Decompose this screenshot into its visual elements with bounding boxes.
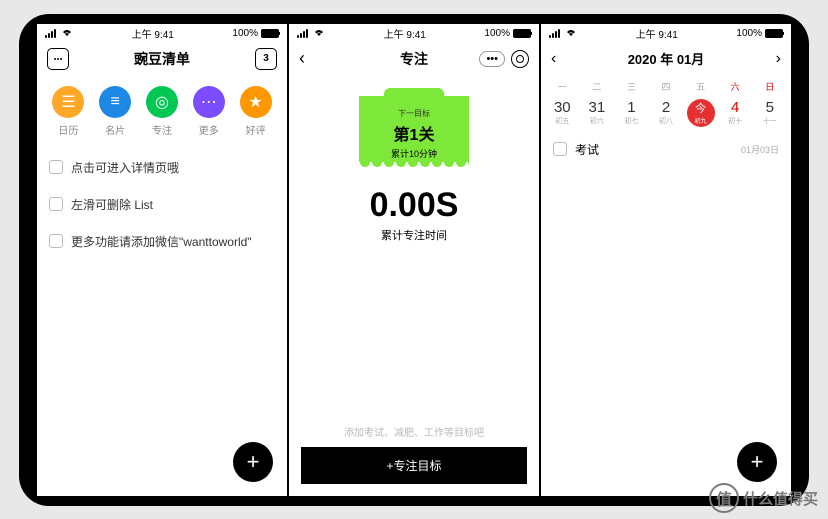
status-time: 上午 9:41 — [132, 26, 174, 41]
timer: 0.00S 累计专注时间 — [289, 186, 539, 243]
back-icon[interactable]: ‹ — [299, 48, 305, 69]
battery-icon — [513, 29, 531, 38]
status-bar: 上午 9:41 100% — [541, 24, 791, 44]
date-cell[interactable]: 今初九 — [683, 97, 718, 129]
weekday-cell: 四 — [649, 80, 684, 93]
hint-text: 添加考试、减肥、工作等目标吧 — [301, 424, 527, 439]
watermark-icon: 值 — [709, 483, 739, 513]
quick-action-专注[interactable]: ◎ 专注 — [146, 86, 178, 137]
more-icon[interactable]: ••• — [479, 51, 505, 67]
tablet-frame: 上午 9:41 100% 豌豆清单 3 ☰ 日历 ≡ 名片 ◎ 专注 ⋯ 更多 ★ 好评 点击可进… — [19, 14, 809, 506]
event-name: 考试 — [575, 141, 599, 158]
action-icon: ≡ — [99, 86, 131, 118]
watermark: 值 什么值得买 — [709, 483, 818, 513]
next-goal-label: 下一目标 — [359, 108, 469, 119]
list-item-text: 左滑可删除 List — [71, 196, 153, 213]
focus-level: 第1关 — [359, 121, 469, 145]
status-time: 上午 9:41 — [384, 26, 426, 41]
battery-pct: 100% — [232, 28, 258, 39]
panel-checklist: 上午 9:41 100% 豌豆清单 3 ☰ 日历 ≡ 名片 ◎ 专注 ⋯ 更多 ★ 好评 点击可进… — [37, 24, 287, 496]
action-icon: ⋯ — [193, 86, 225, 118]
page-title: 豌豆清单 — [134, 49, 190, 69]
nav-bar: 豌豆清单 3 — [37, 44, 287, 74]
weekday-cell: 六 — [718, 80, 753, 93]
panel-focus: 上午 9:41 100% ‹ 专注 ••• 下一目标 第1关 累计10分钟 0.… — [289, 24, 539, 496]
quick-actions: ☰ 日历 ≡ 名片 ◎ 专注 ⋯ 更多 ★ 好评 — [37, 74, 287, 145]
action-label: 名片 — [105, 122, 125, 137]
date-cell[interactable]: 2初八 — [649, 97, 684, 129]
status-bar: 上午 9:41 100% — [289, 24, 539, 44]
list-item-text: 点击可进入详情页哦 — [71, 159, 179, 176]
weekday-cell: 一 — [545, 80, 580, 93]
checkbox-icon[interactable] — [49, 234, 63, 248]
battery-icon — [765, 29, 783, 38]
checkbox-icon[interactable] — [49, 160, 63, 174]
weekday-row: 一二三四五六日 — [541, 74, 791, 95]
nav-bar: ‹ 专注 ••• — [289, 44, 539, 74]
task-list: 点击可进入详情页哦左滑可删除 List 更多功能请添加微信"wanttoworld… — [37, 145, 287, 264]
page-title: 专注 — [400, 49, 428, 69]
action-icon: ◎ — [146, 86, 178, 118]
focus-card: 下一目标 第1关 累计10分钟 — [359, 96, 469, 168]
date-cell[interactable]: 5十一 — [752, 97, 787, 129]
weekday-cell: 三 — [614, 80, 649, 93]
wifi-icon — [313, 28, 325, 40]
month-title: 2020 年 01月 — [628, 49, 705, 68]
quick-action-更多[interactable]: ⋯ 更多 — [193, 86, 225, 137]
date-cell[interactable]: 30初五 — [545, 97, 580, 129]
action-label: 好评 — [246, 122, 266, 137]
action-icon: ★ — [240, 86, 272, 118]
weekday-cell: 五 — [683, 80, 718, 93]
target-icon[interactable] — [511, 50, 529, 68]
date-cell[interactable]: 4初十 — [718, 97, 753, 129]
action-label: 日历 — [58, 122, 78, 137]
calendar-icon[interactable]: 3 — [255, 48, 277, 70]
panel-calendar: 上午 9:41 100% ‹ 2020 年 01月 › 一二三四五六日 30初五… — [541, 24, 791, 496]
weekday-cell: 日 — [752, 80, 787, 93]
watermark-text: 什么值得买 — [743, 488, 818, 509]
signal-icon — [549, 29, 560, 38]
battery-icon — [261, 29, 279, 38]
signal-icon — [297, 29, 308, 38]
status-bar: 上午 9:41 100% — [37, 24, 287, 44]
wifi-icon — [565, 28, 577, 40]
date-cell[interactable]: 1初七 — [614, 97, 649, 129]
quick-action-名片[interactable]: ≡ 名片 — [99, 86, 131, 137]
checkbox-icon[interactable] — [49, 197, 63, 211]
date-cell[interactable]: 31初六 — [580, 97, 615, 129]
checkbox-icon[interactable] — [553, 142, 567, 156]
add-button[interactable]: + — [737, 442, 777, 482]
wifi-icon — [61, 28, 73, 40]
weekday-cell: 二 — [580, 80, 615, 93]
timer-value: 0.00S — [289, 186, 539, 225]
date-row: 30初五31初六1初七2初八今初九4初十5十一 — [541, 95, 791, 131]
event-item[interactable]: 考试 01月03日 — [541, 131, 791, 168]
event-date: 01月03日 — [741, 143, 779, 156]
add-button[interactable]: + — [233, 442, 273, 482]
action-label: 更多 — [199, 122, 219, 137]
battery-pct: 100% — [736, 28, 762, 39]
list-item[interactable]: 更多功能请添加微信"wanttoworld" — [49, 223, 275, 260]
quick-action-日历[interactable]: ☰ 日历 — [52, 86, 84, 137]
action-icon: ☰ — [52, 86, 84, 118]
action-label: 专注 — [152, 122, 172, 137]
battery-pct: 100% — [484, 28, 510, 39]
focus-cumulative: 累计10分钟 — [359, 147, 469, 160]
list-item[interactable]: 点击可进入详情页哦 — [49, 149, 275, 186]
next-month-icon[interactable]: › — [776, 50, 781, 68]
status-time: 上午 9:41 — [636, 26, 678, 41]
timer-label: 累计专注时间 — [289, 227, 539, 243]
message-icon[interactable] — [47, 48, 69, 70]
focus-goal-button[interactable]: +专注目标 — [301, 447, 527, 484]
nav-bar: ‹ 2020 年 01月 › — [541, 44, 791, 74]
prev-month-icon[interactable]: ‹ — [551, 50, 556, 68]
list-item[interactable]: 左滑可删除 List — [49, 186, 275, 223]
quick-action-好评[interactable]: ★ 好评 — [240, 86, 272, 137]
signal-icon — [45, 29, 56, 38]
list-item-text: 更多功能请添加微信"wanttoworld" — [71, 233, 252, 250]
